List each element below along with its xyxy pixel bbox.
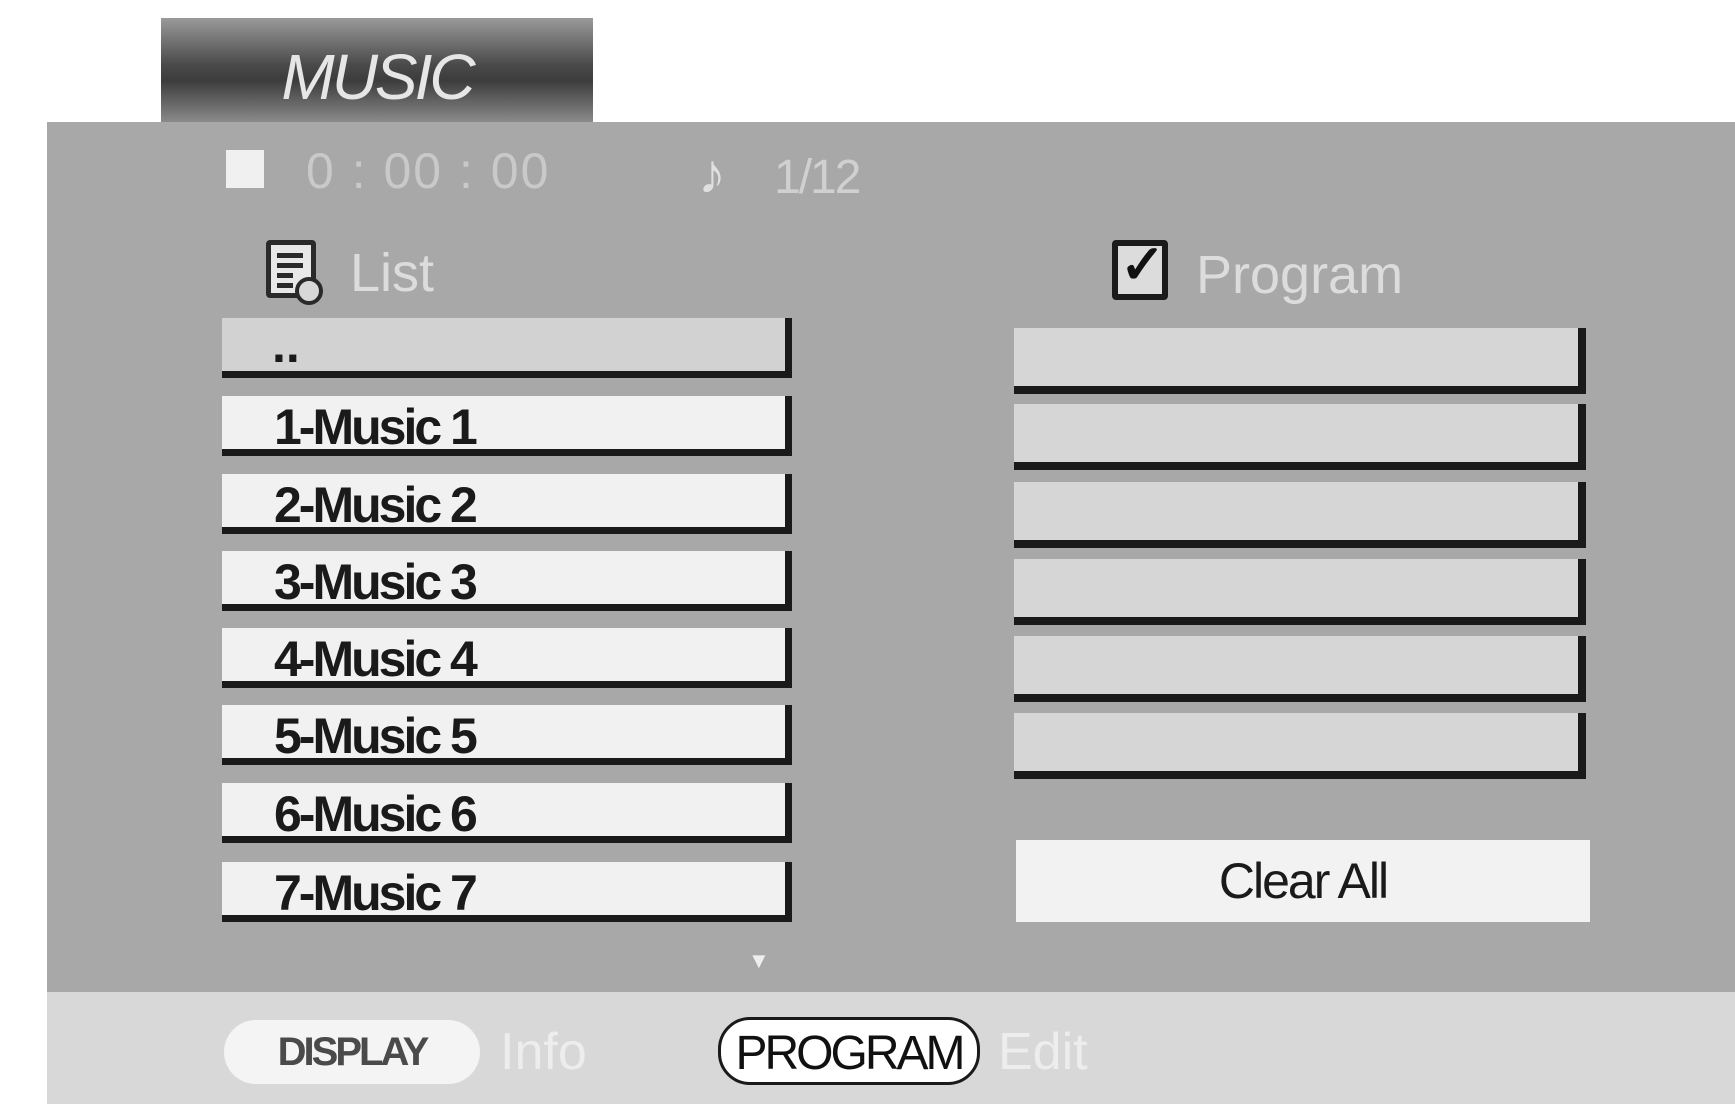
list-item-label: 6-Music 6	[274, 786, 478, 842]
list-item-label: ..	[272, 317, 300, 373]
display-button[interactable]: DISPLAY	[224, 1020, 480, 1084]
program-slot[interactable]	[1014, 636, 1586, 702]
list-item-label: 3-Music 3	[274, 554, 478, 610]
program-slot[interactable]	[1014, 482, 1586, 548]
stop-icon	[226, 150, 264, 188]
music-note-icon: ♪	[698, 142, 726, 205]
list-item[interactable]: 4-Music 4	[222, 628, 792, 688]
clear-all-button[interactable]: Clear All	[1016, 840, 1590, 922]
list-item-label: 1-Music 1	[274, 399, 478, 455]
time-display: 0 : 00 : 00	[306, 143, 551, 199]
program-header-label: Program	[1196, 245, 1404, 305]
list-item-label: 7-Music 7	[274, 865, 478, 921]
program-hint: Edit	[998, 1023, 1088, 1081]
track-counter: 1/12	[774, 151, 861, 204]
page-title: MUSIC	[281, 41, 475, 113]
program-slot[interactable]	[1014, 559, 1586, 625]
list-item[interactable]: 6-Music 6	[222, 783, 792, 843]
list-item[interactable]: 2-Music 2	[222, 474, 792, 534]
program-slot[interactable]	[1014, 713, 1586, 779]
display-hint: Info	[500, 1023, 587, 1081]
list-item-label: 5-Music 5	[274, 708, 478, 764]
scroll-down-arrow-icon[interactable]: ▼	[748, 948, 770, 974]
playlist-disc-icon	[266, 240, 323, 305]
program-button[interactable]: PROGRAM	[718, 1017, 980, 1085]
checkbox-checked-icon: ✓	[1112, 238, 1168, 300]
list-item[interactable]: 3-Music 3	[222, 551, 792, 611]
list-item[interactable]: 1-Music 1	[222, 396, 792, 456]
title-tab: MUSIC	[161, 18, 593, 122]
list-item-parent-folder[interactable]: ..	[222, 317, 792, 378]
list-item-label: 4-Music 4	[274, 631, 478, 687]
list-item[interactable]: 7-Music 7	[222, 862, 792, 922]
list-item[interactable]: 5-Music 5	[222, 705, 792, 765]
program-slot[interactable]	[1014, 328, 1586, 394]
list-item-label: 2-Music 2	[274, 477, 478, 533]
program-slot[interactable]	[1014, 404, 1586, 470]
list-header-label: List	[350, 243, 435, 303]
